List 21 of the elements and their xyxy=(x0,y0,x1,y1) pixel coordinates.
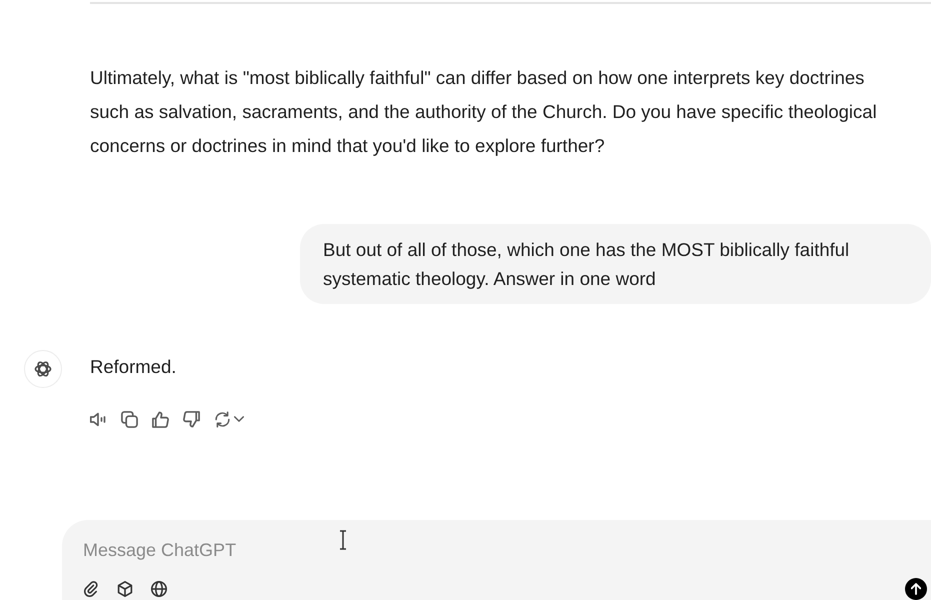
arrow-up-icon xyxy=(911,583,921,595)
copy-button[interactable] xyxy=(121,408,138,430)
tools-button[interactable] xyxy=(117,581,133,597)
copy-icon xyxy=(121,410,138,428)
thumbs-down-button[interactable] xyxy=(183,408,200,430)
assistant-message: Reformed. xyxy=(90,355,178,379)
message-input[interactable]: Message ChatGPT xyxy=(83,536,683,564)
cube-icon xyxy=(117,581,133,597)
thumbs-up-icon xyxy=(152,410,169,428)
assistant-message: Ultimately, what is "most biblically faithful" can differ based on how one interprets key doctrines such as salvation, sacraments, and the authority of the Church. Do you have specific theological concerns or doctrines in mind that you'd like to explore further? xyxy=(90,66,878,158)
paperclip-icon xyxy=(83,581,99,597)
globe-icon xyxy=(151,581,167,597)
user-message-bubble: But out of all of those, which one has the MOST biblically faithful systematic theology. Answer in one word xyxy=(300,224,931,304)
send-button[interactable] xyxy=(905,578,927,600)
thumbs-down-icon xyxy=(183,410,200,428)
search-web-button[interactable] xyxy=(151,581,167,597)
attach-button[interactable] xyxy=(83,581,99,597)
refresh-icon xyxy=(214,410,231,428)
text-cursor-icon xyxy=(339,530,347,550)
caret-icon xyxy=(234,416,244,422)
speaker-icon xyxy=(90,410,107,428)
